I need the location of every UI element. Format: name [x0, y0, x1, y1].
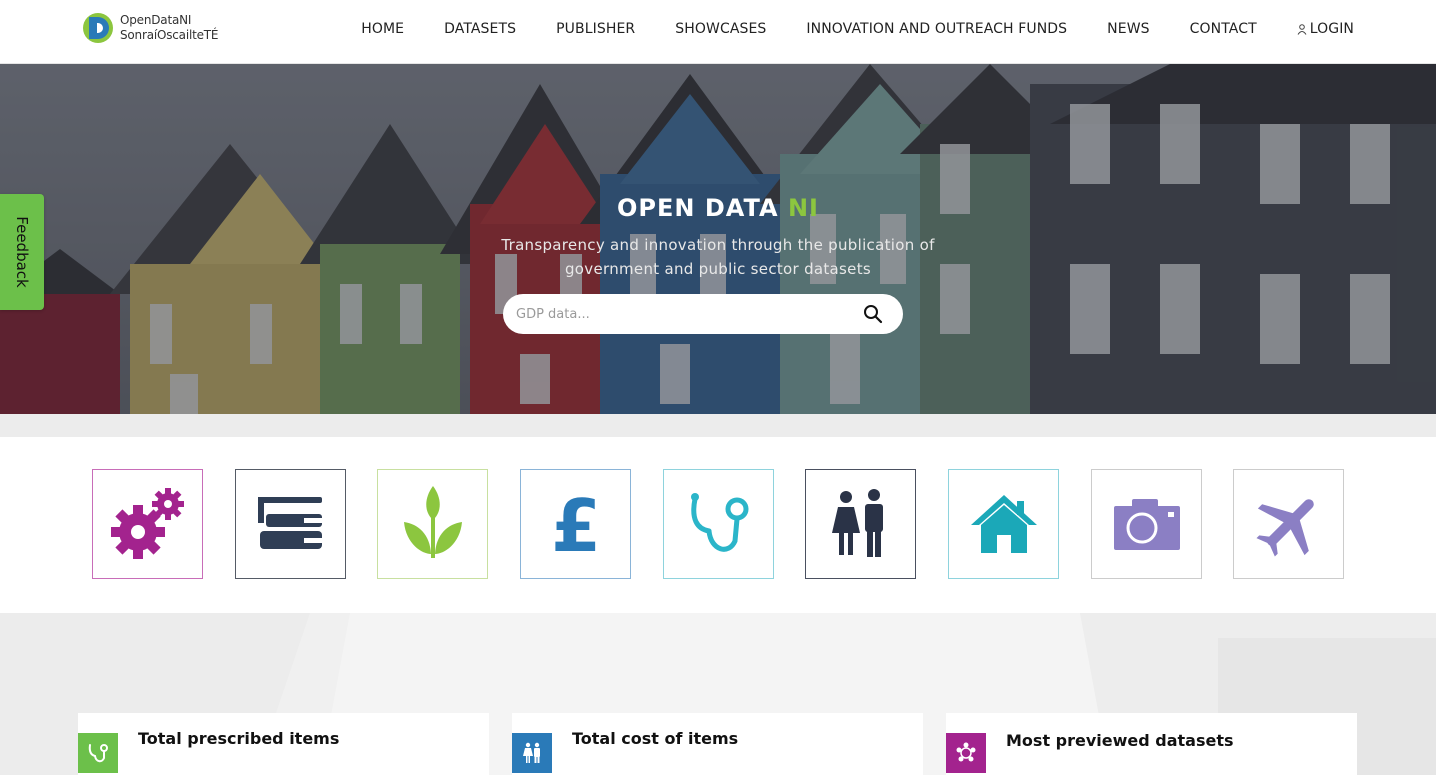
hero-title-main: OPEN DATA	[617, 194, 788, 222]
nav-publisher[interactable]: PUBLISHER	[556, 21, 635, 37]
login-link[interactable]: LOGIN	[1297, 21, 1354, 37]
site-header: OpenDataNI SonraíOscailteTÉ HOME DATASET…	[0, 0, 1436, 64]
hero-title-accent: NI	[787, 194, 819, 222]
nav-contact[interactable]: CONTACT	[1190, 21, 1257, 37]
camera-icon	[1113, 499, 1180, 550]
search-input[interactable]	[516, 294, 846, 334]
category-housing[interactable]	[948, 469, 1059, 579]
logo-mark-icon	[83, 13, 113, 43]
feedback-tab[interactable]: Feedback	[0, 194, 44, 310]
nav-innovation-funds[interactable]: INNOVATION AND OUTREACH FUNDS	[806, 21, 1067, 37]
svg-text:£: £	[550, 489, 600, 559]
user-icon	[1297, 23, 1307, 35]
stat-card-most-previewed[interactable]: Most previewed datasets	[946, 713, 1357, 775]
airplane-icon	[1255, 499, 1314, 557]
category-gears[interactable]	[92, 469, 203, 579]
category-environment[interactable]	[377, 469, 488, 579]
people-icon	[831, 489, 883, 557]
site-logo[interactable]: OpenDataNI SonraíOscailteTÉ	[80, 12, 219, 44]
search-button[interactable]	[863, 304, 883, 324]
stethoscope-icon	[88, 744, 108, 763]
nav-datasets[interactable]: DATASETS	[444, 21, 516, 37]
category-health[interactable]	[663, 469, 774, 579]
main-nav: HOME DATASETS PUBLISHER SHOWCASES INNOVA…	[361, 0, 1354, 58]
stat-card-total-cost[interactable]: Total cost of items	[512, 713, 923, 775]
nav-showcases[interactable]: SHOWCASES	[675, 21, 766, 37]
house-icon	[970, 495, 1037, 553]
category-finance[interactable]: £	[520, 469, 631, 579]
login-label: LOGIN	[1309, 21, 1354, 37]
stat-title: Most previewed datasets	[1006, 731, 1234, 750]
people-icon	[523, 742, 540, 763]
category-people[interactable]	[805, 469, 916, 579]
plant-icon	[403, 486, 462, 558]
hero-subtitle: Transparency and innovation through the …	[501, 236, 935, 278]
feedback-label: Feedback	[13, 216, 31, 288]
logo-text: OpenDataNI SonraíOscailteTÉ	[120, 13, 219, 43]
pound-icon: £	[550, 489, 600, 559]
stat-icon-box	[512, 733, 552, 773]
stat-icon-box	[78, 733, 118, 773]
nav-news[interactable]: NEWS	[1107, 21, 1149, 37]
category-band-top	[0, 414, 1436, 437]
gears-icon	[110, 488, 184, 559]
stethoscope-icon	[690, 493, 748, 552]
stat-icon-box	[946, 733, 986, 773]
hero-title: OPEN DATA NI	[0, 194, 1436, 222]
logo-line1: OpenDataNI	[120, 13, 192, 27]
network-icon	[956, 742, 976, 762]
logo-line2: SonraíOscailteTÉ	[120, 28, 219, 42]
stat-card-prescribed-items[interactable]: Total prescribed items	[78, 713, 489, 775]
stats-section: Total prescribed items Total cost of ite…	[0, 613, 1436, 775]
stat-title: Total cost of items	[572, 729, 739, 748]
category-education[interactable]	[235, 469, 346, 579]
hero-banner: OPEN DATA NI Transparency and innovation…	[0, 64, 1436, 414]
nav-home[interactable]: HOME	[361, 21, 404, 37]
search-box	[503, 294, 903, 334]
category-transport[interactable]	[1233, 469, 1344, 579]
search-icon	[864, 305, 883, 324]
category-row: £	[0, 437, 1436, 613]
books-icon	[257, 497, 322, 549]
category-tourism[interactable]	[1091, 469, 1202, 579]
stat-title: Total prescribed items	[138, 729, 340, 748]
